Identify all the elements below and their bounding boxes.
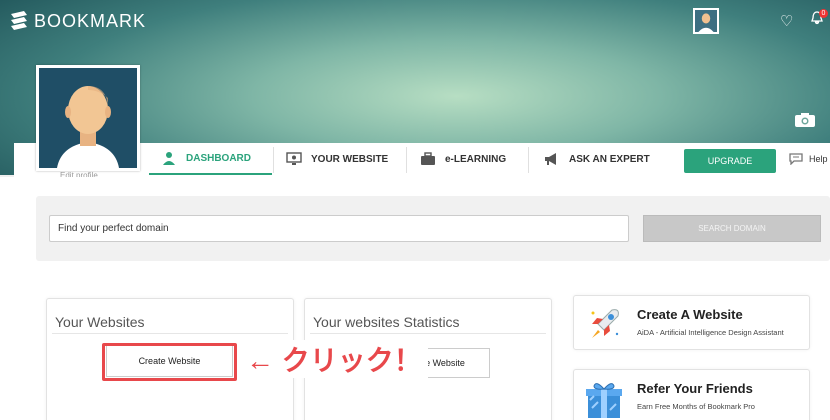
- tab-e-learning[interactable]: e-LEARNING: [420, 143, 528, 175]
- click-annotation: ← クリック！: [246, 340, 428, 378]
- refer-your-friends-subtitle: Earn Free Months of Bookmark Pro: [637, 402, 755, 411]
- monitor-icon: [286, 152, 302, 165]
- tab-divider: [528, 147, 529, 173]
- tab-ask-an-expert[interactable]: ASK AN EXPERT: [542, 143, 672, 175]
- logo-text: BOOKMARK: [34, 10, 147, 31]
- divider: [52, 333, 288, 334]
- user-avatar[interactable]: [693, 8, 719, 34]
- camera-icon[interactable]: [794, 112, 816, 128]
- profile-person-icon: [39, 68, 137, 168]
- tab-label: DASHBOARD: [186, 152, 251, 164]
- tab-label: YOUR WEBSITE: [311, 153, 389, 165]
- highlight-box: [102, 343, 237, 381]
- upgrade-button[interactable]: UPGRADE: [684, 149, 776, 173]
- gift-icon: [584, 378, 624, 418]
- chat-bubble-icon: [789, 153, 803, 165]
- refer-your-friends-title: Refer Your Friends: [637, 381, 753, 396]
- bookmark-logo-icon: [11, 11, 27, 30]
- heart-icon[interactable]: ♡: [780, 12, 793, 30]
- tab-label: ASK AN EXPERT: [569, 153, 650, 165]
- avatar-person-icon: [695, 10, 717, 32]
- tab-divider: [273, 147, 274, 173]
- search-domain-button[interactable]: SEARCH DOMAIN: [643, 215, 821, 242]
- domain-search-input[interactable]: Find your perfect domain: [49, 215, 629, 242]
- notification-badge: 0: [819, 9, 828, 18]
- help-link[interactable]: Help: [789, 153, 828, 165]
- your-websites-title: Your Websites: [55, 314, 145, 330]
- briefcase-icon: [421, 152, 435, 165]
- tab-label: e-LEARNING: [445, 153, 507, 165]
- create-a-website-title: Create A Website: [637, 307, 743, 322]
- tab-divider: [406, 147, 407, 173]
- tab-dashboard[interactable]: DASHBOARD: [149, 143, 272, 175]
- logo[interactable]: BOOKMARK: [8, 10, 146, 32]
- rocket-icon: [584, 304, 624, 344]
- profile-picture[interactable]: [36, 65, 140, 171]
- statistics-title: Your websites Statistics: [313, 314, 460, 330]
- megaphone-icon: [545, 153, 556, 165]
- divider: [310, 333, 546, 334]
- tab-your-website[interactable]: YOUR WEBSITE: [286, 143, 406, 175]
- dashboard-person-icon: [163, 152, 175, 165]
- create-a-website-subtitle: AiDA - Artificial Intelligence Design As…: [637, 328, 784, 337]
